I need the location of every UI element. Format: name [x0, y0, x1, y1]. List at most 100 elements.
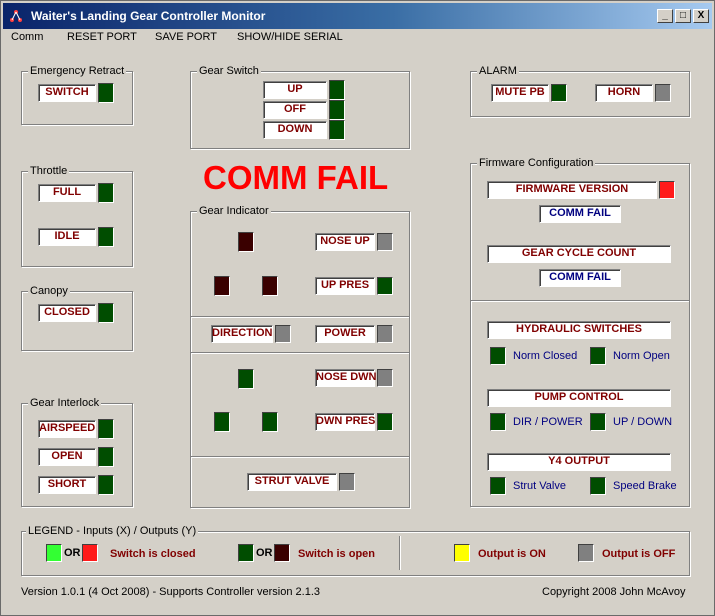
norm-open-indicator — [590, 347, 606, 365]
legend-open-red-light — [274, 544, 290, 562]
off-label: OFF — [263, 101, 327, 119]
short-label: SHORT — [38, 476, 96, 494]
legend-title: LEGEND - Inputs (X) / Outputs (Y) — [26, 525, 199, 537]
alarm-panel: ALARM MUTE PB HORN — [470, 65, 690, 117]
gear-switch-panel: Gear Switch UP OFF DOWN — [190, 65, 410, 149]
gear-cycle-count-value: COMM FAIL — [539, 269, 621, 287]
minimize-button[interactable]: _ — [657, 9, 673, 23]
closed-indicator — [98, 303, 114, 323]
idle-indicator — [98, 227, 114, 247]
gear-indicator-panel: Gear Indicator NOSE UP UP PRES DIRECTION… — [190, 205, 410, 508]
horn-label: HORN — [595, 84, 653, 102]
throttle-title: Throttle — [28, 165, 70, 177]
dwn-pres-indicator — [377, 413, 393, 431]
full-label: FULL — [38, 184, 96, 202]
nose-gear-up-light — [238, 232, 254, 252]
legend-output-on-light — [454, 544, 470, 562]
canopy-title: Canopy — [28, 285, 70, 297]
idle-label: IDLE — [38, 228, 96, 246]
up-down-label: UP / DOWN — [613, 416, 673, 428]
switch-indicator — [98, 83, 114, 103]
direction-label: DIRECTION — [211, 325, 273, 343]
strut-valve-output-label: Strut Valve — [513, 480, 566, 492]
separator — [191, 352, 409, 354]
emergency-retract-panel: Emergency Retract SWITCH — [21, 65, 133, 125]
open-label: OPEN — [38, 448, 96, 466]
norm-closed-label: Norm Closed — [513, 350, 578, 362]
power-label: POWER — [315, 325, 375, 343]
gear-switch-title: Gear Switch — [197, 65, 261, 77]
separator — [191, 456, 409, 458]
horn-indicator — [655, 84, 671, 102]
closed-label: CLOSED — [38, 304, 96, 322]
firmware-config-title: Firmware Configuration — [477, 157, 596, 169]
app-window: Waiter's Landing Gear Controller Monitor… — [0, 0, 715, 616]
speed-brake-label: Speed Brake — [613, 480, 677, 492]
y4-output-label: Y4 OUTPUT — [487, 453, 671, 471]
right-gear-up-light — [262, 276, 278, 296]
strut-valve-label: STRUT VALVE — [247, 473, 337, 491]
menu-show-hide-serial[interactable]: SHOW/HIDE SERIAL — [237, 31, 343, 43]
title-bar[interactable]: Waiter's Landing Gear Controller Monitor… — [3, 3, 712, 29]
dwn-pres-label: DWN PRES — [315, 413, 375, 431]
close-button[interactable]: X — [693, 9, 709, 23]
left-gear-down-light — [214, 412, 230, 432]
window-title: Waiter's Landing Gear Controller Monitor — [31, 9, 266, 23]
speed-brake-indicator — [590, 477, 606, 495]
menu-reset-port[interactable]: RESET PORT — [67, 31, 137, 43]
app-icon — [10, 10, 22, 22]
left-gear-up-light — [214, 276, 230, 296]
legend-output-off: Output is OFF — [602, 548, 676, 560]
short-indicator — [98, 475, 114, 495]
menu-save-port[interactable]: SAVE PORT — [155, 31, 217, 43]
switch-label: SWITCH — [38, 84, 96, 102]
strut-valve-indicator — [339, 473, 355, 491]
strut-valve-output-indicator — [490, 477, 506, 495]
separator — [471, 300, 689, 302]
gear-interlock-panel: Gear Interlock AIRSPEED OPEN SHORT — [21, 397, 133, 507]
legend-closed-green-light — [46, 544, 62, 562]
norm-open-label: Norm Open — [613, 350, 670, 362]
mute-pb-indicator — [551, 84, 567, 102]
power-indicator — [377, 325, 393, 343]
airspeed-indicator — [98, 419, 114, 439]
right-gear-down-light — [262, 412, 278, 432]
separator — [191, 316, 409, 318]
separator — [399, 536, 401, 570]
norm-closed-indicator — [490, 347, 506, 365]
comm-fail-status: COMM FAIL — [203, 159, 389, 196]
down-label: DOWN — [263, 121, 327, 139]
version-text: Version 1.0.1 (4 Oct 2008) - Supports Co… — [21, 586, 320, 598]
nose-gear-down-light — [238, 369, 254, 389]
menu-bar: Comm RESET PORT SAVE PORT SHOW/HIDE SERI… — [3, 29, 712, 47]
legend-or-2: OR — [256, 547, 273, 559]
direction-indicator — [275, 325, 291, 343]
emergency-retract-title: Emergency Retract — [28, 65, 127, 77]
nose-dwn-indicator — [377, 369, 393, 387]
full-indicator — [98, 183, 114, 203]
nose-up-label: NOSE UP — [315, 233, 375, 251]
gear-interlock-title: Gear Interlock — [28, 397, 102, 409]
up-indicator — [329, 80, 345, 100]
up-pres-indicator — [377, 277, 393, 295]
legend-switch-open: Switch is open — [298, 548, 376, 560]
up-down-indicator — [590, 413, 606, 431]
legend-panel: LEGEND - Inputs (X) / Outputs (Y) OR Swi… — [21, 525, 690, 576]
firmware-version-label: FIRMWARE VERSION — [487, 181, 657, 199]
dir-power-label: DIR / POWER — [513, 416, 583, 428]
up-label: UP — [263, 81, 327, 99]
maximize-button[interactable]: □ — [675, 9, 691, 23]
nose-dwn-label: NOSE DWN — [315, 369, 377, 387]
legend-switch-closed: Switch is closed — [110, 548, 196, 560]
open-indicator — [98, 447, 114, 467]
firmware-version-indicator — [659, 181, 675, 199]
menu-comm[interactable]: Comm — [11, 31, 43, 43]
legend-output-off-light — [578, 544, 594, 562]
hydraulic-switches-label: HYDRAULIC SWITCHES — [487, 321, 671, 339]
gear-cycle-count-label: GEAR CYCLE COUNT — [487, 245, 671, 263]
legend-open-green-light — [238, 544, 254, 562]
throttle-panel: Throttle FULL IDLE — [21, 165, 133, 267]
nose-up-indicator — [377, 233, 393, 251]
canopy-panel: Canopy CLOSED — [21, 285, 133, 351]
dir-power-indicator — [490, 413, 506, 431]
